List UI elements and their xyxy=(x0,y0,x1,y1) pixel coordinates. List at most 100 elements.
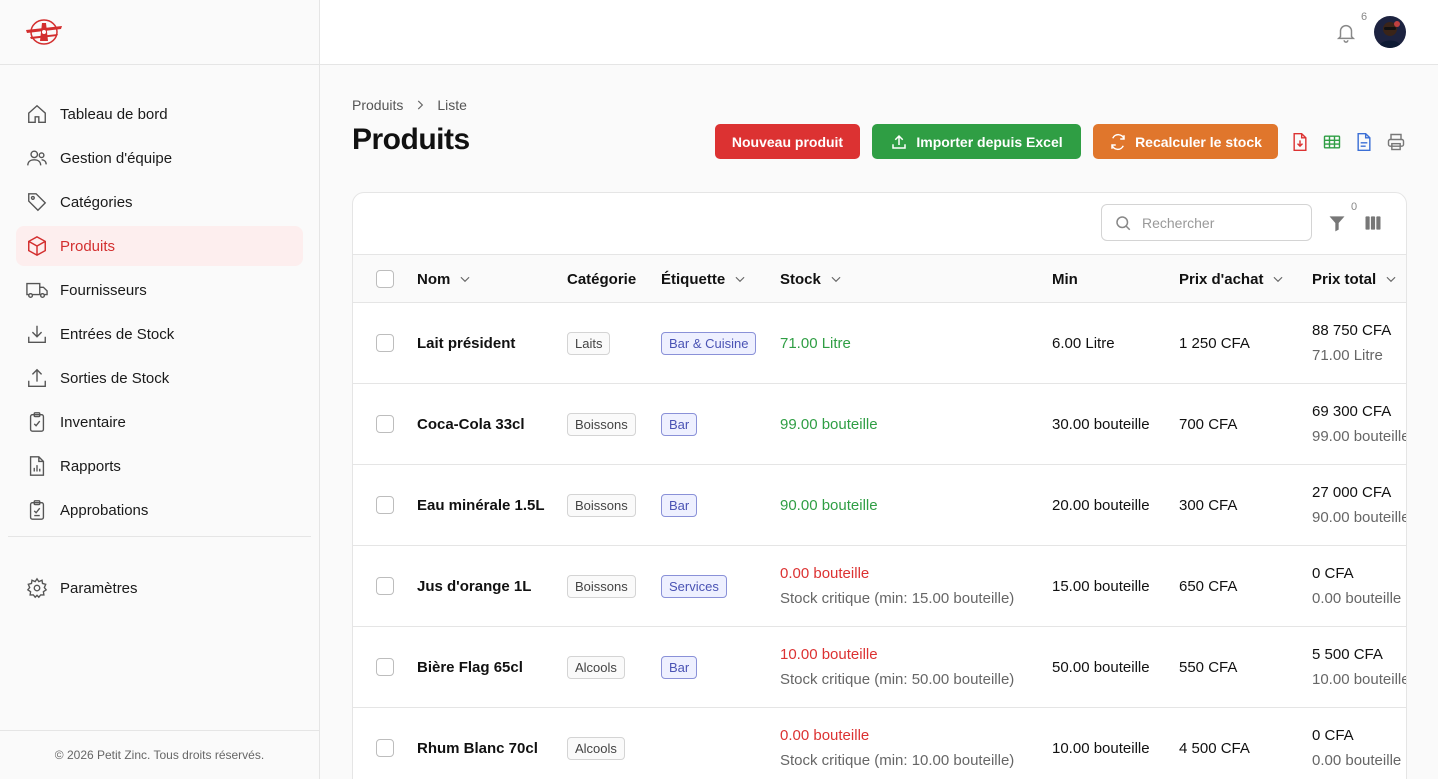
sidebar-item-label: Fournisseurs xyxy=(60,281,147,299)
breadcrumb-parent[interactable]: Produits xyxy=(352,97,403,113)
export-document-icon[interactable] xyxy=(1354,132,1374,152)
product-name[interactable]: Coca-Cola 33cl xyxy=(417,416,525,433)
sidebar-item-dashboard[interactable]: Tableau de bord xyxy=(16,94,303,134)
import-excel-button[interactable]: Importer depuis Excel xyxy=(872,124,1081,159)
sidebar: Tableau de bord Gestion d'équipe Catégor… xyxy=(0,0,320,779)
purchase-price: 650 CFA xyxy=(1179,577,1238,595)
breadcrumb: Produits Liste xyxy=(352,97,467,113)
sidebar-item-team[interactable]: Gestion d'équipe xyxy=(16,138,303,178)
column-label: Catégorie xyxy=(567,270,637,288)
search-box[interactable] xyxy=(1101,204,1312,241)
columns-icon[interactable] xyxy=(1363,213,1383,233)
column-label: Prix d'achat xyxy=(1179,270,1264,288)
min-value: 30.00 bouteille xyxy=(1052,415,1150,433)
column-header-label[interactable]: Étiquette xyxy=(661,255,747,303)
users-icon xyxy=(27,150,47,166)
label-badge: Services xyxy=(661,574,727,598)
min-value: 6.00 Litre xyxy=(1052,334,1115,352)
chevron-down-icon xyxy=(460,276,470,283)
sidebar-item-products[interactable]: Produits xyxy=(16,226,303,266)
bell-icon[interactable] xyxy=(1335,21,1357,43)
table-row[interactable]: Eau minérale 1.5L Boissons Bar 90.00 bou… xyxy=(353,465,1407,546)
category-tag: Alcools xyxy=(567,736,625,760)
column-header-purchase-price[interactable]: Prix d'achat xyxy=(1179,255,1285,303)
home-icon xyxy=(28,104,46,123)
product-name[interactable]: Jus d'orange 1L xyxy=(417,578,531,595)
column-label: Prix total xyxy=(1312,270,1377,288)
new-product-button[interactable]: Nouveau produit xyxy=(715,124,860,159)
search-input[interactable] xyxy=(1142,214,1292,231)
total-quantity: 90.00 bouteille xyxy=(1312,509,1407,526)
purchase-price: 4 500 CFA xyxy=(1179,739,1250,757)
label-badge: Bar & Cuisine xyxy=(661,331,757,355)
box-icon xyxy=(28,235,46,257)
product-name[interactable]: Eau minérale 1.5L xyxy=(417,497,545,514)
stock-critical-note: Stock critique (min: 50.00 bouteille) xyxy=(780,671,1015,688)
sidebar-divider xyxy=(8,536,311,537)
sidebar-item-suppliers[interactable]: Fournisseurs xyxy=(16,270,303,310)
sidebar-item-inventory[interactable]: Inventaire xyxy=(16,402,303,442)
stock-value: 10.00 bouteille xyxy=(780,646,878,663)
row-checkbox[interactable] xyxy=(376,577,394,595)
upload-icon xyxy=(892,134,907,149)
total-quantity: 99.00 bouteille xyxy=(1312,428,1407,445)
table-row[interactable]: Coca-Cola 33cl Boissons Bar 99.00 boutei… xyxy=(353,384,1407,465)
min-value: 50.00 bouteille xyxy=(1052,658,1150,676)
stock-value: 0.00 bouteille xyxy=(780,727,870,744)
category-tag: Alcools xyxy=(567,655,625,679)
sidebar-item-stock-out[interactable]: Sorties de Stock xyxy=(16,358,303,398)
row-checkbox[interactable] xyxy=(376,415,394,433)
truck-icon xyxy=(26,282,48,299)
table-row[interactable]: Lait président Laits Bar & Cuisine 71.00… xyxy=(353,303,1406,384)
filter-icon[interactable] xyxy=(1327,213,1347,233)
row-checkbox[interactable] xyxy=(376,739,394,757)
sidebar-item-approvals[interactable]: Approbations xyxy=(16,490,303,530)
page-title: Produits xyxy=(352,123,470,156)
export-excel-icon[interactable] xyxy=(1322,132,1342,152)
table-row[interactable]: Jus d'orange 1L Boissons Services 0.00 b… xyxy=(353,546,1406,627)
sidebar-item-settings[interactable]: Paramètres xyxy=(16,568,303,608)
row-checkbox[interactable] xyxy=(376,496,394,514)
stock-value: 99.00 bouteille xyxy=(780,415,878,433)
row-checkbox[interactable] xyxy=(376,334,394,352)
gear-icon xyxy=(26,577,48,599)
total-quantity: 0.00 bouteille xyxy=(1312,752,1402,769)
column-label: Étiquette xyxy=(661,270,726,288)
column-header-total-price[interactable]: Prix total xyxy=(1312,255,1398,303)
sidebar-item-label: Rapports xyxy=(60,457,121,475)
logo-area xyxy=(0,0,319,65)
table-row[interactable]: Rhum Blanc 70cl Alcools 0.00 bouteille St… xyxy=(353,708,1406,779)
product-name[interactable]: Rhum Blanc 70cl xyxy=(417,740,538,757)
logo[interactable] xyxy=(24,15,64,47)
notification-count: 6 xyxy=(1361,11,1368,23)
export-pdf-icon[interactable] xyxy=(1290,132,1310,152)
refresh-icon xyxy=(1111,133,1125,150)
purchase-price: 1 250 CFA xyxy=(1179,334,1250,352)
product-name[interactable]: Bière Flag 65cl xyxy=(417,659,523,676)
recalculate-stock-button[interactable]: Recalculer le stock xyxy=(1093,124,1278,159)
import-excel-label: Importer depuis Excel xyxy=(916,133,1063,150)
column-header-name[interactable]: Nom xyxy=(417,255,472,303)
product-name[interactable]: Lait président xyxy=(417,335,515,352)
purchase-price: 550 CFA xyxy=(1179,658,1238,676)
column-header-stock[interactable]: Stock xyxy=(780,255,843,303)
sidebar-item-reports[interactable]: Rapports xyxy=(16,446,303,486)
total-price: 0 CFA xyxy=(1312,727,1354,744)
stock-critical-note: Stock critique (min: 10.00 bouteille) xyxy=(780,752,1015,769)
table-row[interactable]: Bière Flag 65cl Alcools Bar 10.00 boutei… xyxy=(353,627,1407,708)
column-label: Stock xyxy=(780,270,821,288)
avatar[interactable] xyxy=(1374,16,1406,48)
label-badge: Bar xyxy=(661,493,698,517)
sidebar-item-stock-in[interactable]: Entrées de Stock xyxy=(16,314,303,354)
category-tag: Boissons xyxy=(567,493,636,517)
print-icon[interactable] xyxy=(1386,132,1406,152)
select-all-checkbox[interactable] xyxy=(376,270,394,288)
chevron-down-icon xyxy=(1273,276,1283,283)
total-quantity: 71.00 Litre xyxy=(1312,347,1383,364)
total-quantity: 10.00 bouteille xyxy=(1312,671,1407,688)
sidebar-item-categories[interactable]: Catégories xyxy=(16,182,303,222)
new-product-label: Nouveau produit xyxy=(731,133,844,150)
stock-value: 71.00 Litre xyxy=(780,334,851,352)
row-checkbox[interactable] xyxy=(376,658,394,676)
stock-value: 0.00 bouteille xyxy=(780,565,870,582)
